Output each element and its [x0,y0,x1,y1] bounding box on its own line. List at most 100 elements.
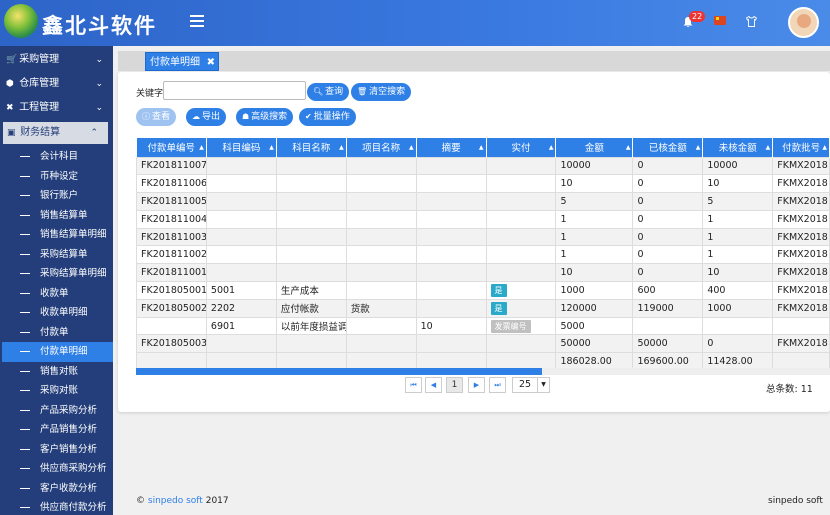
tab-payment-detail[interactable]: 付款单明细 ✖ [145,52,219,71]
table-cell: 发票编号 [485,316,557,336]
current-page[interactable]: 1 [446,377,463,393]
summary-cell [275,352,347,368]
menu-group-engineering[interactable]: ✖ 工程管理 ⌄ [0,96,113,120]
query-button[interactable]: 🔍︎ 查询 [307,83,350,101]
horizontal-scrollbar-thumb[interactable] [136,368,542,375]
last-page-button[interactable]: ⏭ [489,377,506,393]
sidebar-item[interactable]: 币种设定 [0,166,113,186]
sidebar-item[interactable]: 收款单明细 [0,303,113,323]
table-cell [632,316,704,336]
theme-shirt-icon[interactable] [745,15,758,27]
users-icon: ☗ [242,112,250,121]
table-row[interactable]: FK201811003 1 0 1 FKMX2018 [136,227,830,247]
menu-group-warehouse[interactable]: ⬢ 仓库管理 ⌄ [0,72,113,96]
table-cell: 以前年度损益调 [275,316,347,336]
table-cell: FK201811002 [136,245,207,265]
table-row[interactable]: FK201811006 10 0 10 FKMX2018 [136,174,830,194]
menu-group-purchase[interactable]: 🛒 采购管理 ⌄ [0,48,113,72]
sidebar-item[interactable]: 采购结算单明细 [0,264,113,284]
sort-icon: ▲ [199,144,204,151]
table-cell: 是 [485,298,557,318]
sidebar-item[interactable]: 采购对账 [0,381,113,401]
clear-search-button[interactable]: 🗑︎ 清空搜索 [351,83,412,101]
column-header[interactable]: 付款单编号 ▲ [136,138,207,157]
menu-group-label: 采购管理 [19,54,60,65]
prev-page-button[interactable]: ◀ [425,377,442,393]
table-row[interactable]: FK201811007 10000 0 10000 FKMX2018 [136,156,830,176]
sidebar-item[interactable]: 销售结算单明细 [0,225,113,245]
table-cell: 5 [702,192,774,211]
table-row[interactable]: FK201811004 1 0 1 FKMX2018 [136,209,830,229]
table-row[interactable]: FK201805003 50000 50000 0 FKMX2018 [136,334,830,354]
menu-toggle-icon[interactable] [190,15,204,27]
column-header[interactable]: 金额 ▲ [555,138,634,157]
sidebar-item[interactable]: 付款单 [0,322,113,342]
export-button[interactable]: ☁ 导出 [186,108,227,126]
close-icon[interactable]: ✖ [207,53,215,72]
view-button[interactable]: ⓘ 查看 [136,108,177,126]
table-cell: 1000 [555,281,634,300]
advanced-search-button[interactable]: ☗ 高级搜索 [236,108,294,126]
table-cell: FK201811001 [136,263,207,283]
next-page-button[interactable]: ▶ [468,377,485,393]
table-cell: FKMX2018 [772,245,830,265]
sidebar-item[interactable]: 收款单 [0,283,113,303]
sidebar-item[interactable]: 销售结算单 [0,205,113,225]
sidebar-item[interactable]: 付款单明细 [0,342,113,362]
column-header[interactable]: 实付 ▲ [486,138,557,157]
table-row[interactable]: 6901 以前年度损益调 10 发票编号 5000 [136,316,830,336]
table-body: FK201811007 10000 0 10000 FKMX2018 FK20181100… [136,156,830,368]
table-cell [415,298,487,318]
table-row[interactable]: FK201811002 1 0 1 FKMX2018 [136,245,830,265]
chevron-up-icon: ⌃ [90,128,98,138]
column-header[interactable]: 科目名称 ▲ [276,138,347,157]
table-cell [205,263,277,283]
sidebar-item[interactable]: 会计科目 [0,147,113,167]
copyright-link[interactable]: sinpedo soft [148,496,203,506]
table-cell [205,245,277,265]
summary-cell [772,352,830,368]
sidebar-item[interactable]: 供应商付款分析 [0,498,113,515]
sidebar-item[interactable]: 供应商采购分析 [0,459,113,479]
table-cell: FKMX2018 [772,298,830,318]
column-header[interactable]: 已核金额 ▲ [632,138,704,157]
sidebar-item[interactable]: 银行账户 [0,186,113,206]
table-cell [345,245,417,265]
summary-row: 186028.00 169600.00 11428.00 [136,352,830,368]
page-size-select[interactable]: 25 ▼ [512,377,550,393]
user-avatar[interactable] [788,7,819,38]
sidebar-item[interactable]: 客户收款分析 [0,478,113,498]
column-header[interactable]: 付款批号 ▲ [772,138,830,157]
menu-group-finance[interactable]: ▣ 财务结算 ⌃ [3,122,108,144]
total-count: 总条数: 11 [766,384,813,395]
table-cell: 0 [632,209,704,229]
china-flag-icon[interactable] [714,16,726,25]
table-row[interactable]: FK201805001 5001 生产成本 是 1000 600 400 FKMX2018 [136,281,830,300]
keyword-input[interactable] [163,81,306,100]
sidebar-item[interactable]: 产品采购分析 [0,400,113,420]
column-header[interactable]: 摘要 ▲ [416,138,487,157]
table-row[interactable]: FK201805002 2202 应付帐款 货款 是 120000 119000 1000 FK… [136,298,830,318]
table-cell [205,174,277,194]
table-cell [415,245,487,265]
table-cell [485,174,557,194]
table-cell: 50000 [555,334,634,354]
sort-icon: ▲ [695,144,701,151]
first-page-button[interactable]: ⏮ [405,377,422,393]
table-cell [275,174,347,194]
sidebar-item[interactable]: 产品销售分析 [0,420,113,440]
sidebar-item[interactable]: 采购结算单 [0,244,113,264]
batch-operation-button[interactable]: ✔ 批量操作 [299,108,356,126]
sidebar-item[interactable]: 销售对账 [0,361,113,381]
column-header[interactable]: 未核金额 ▲ [702,138,774,157]
wallet-icon: ▣ [7,128,16,138]
sidebar-item[interactable]: 客户销售分析 [0,439,113,459]
wrench-icon: ✖ [6,103,14,113]
table-cell: 10000 [555,156,634,176]
summary-cell [136,352,207,368]
column-header[interactable]: 科目编码 ▲ [206,138,277,157]
table-row[interactable]: FK201811005 5 0 5 FKMX2018 [136,192,830,211]
table-row[interactable]: FK201811001 10 0 10 FKMX2018 [136,263,830,283]
column-header[interactable]: 项目名称 ▲ [346,138,417,157]
menu-group-label: 工程管理 [19,102,60,113]
